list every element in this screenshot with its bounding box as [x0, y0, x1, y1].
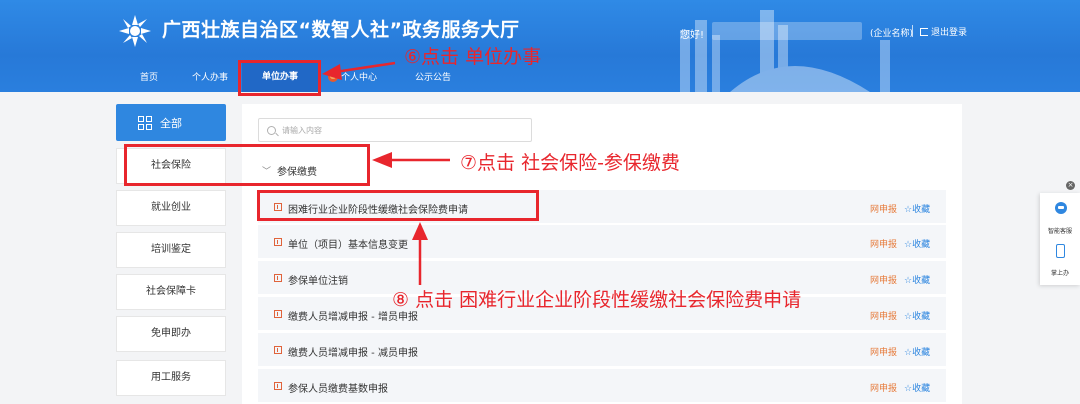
document-icon: [274, 346, 282, 354]
favorite-label: 收藏: [912, 384, 931, 394]
phone-icon[interactable]: [1056, 244, 1065, 258]
online-apply-link[interactable]: 网申报: [870, 381, 897, 394]
service-label[interactable]: 参保单位注销: [288, 272, 348, 287]
site-title: 广西壮族自治区“数智人社”政务服务大厅: [162, 19, 520, 41]
favorite-button[interactable]: ☆收藏: [904, 345, 930, 358]
highlight-box-service: [257, 190, 539, 221]
logout-label: 退出登录: [931, 28, 968, 38]
star-icon: ☆: [904, 205, 913, 215]
redacted-username: [712, 22, 862, 40]
annotation-step6: ⑥点击 单位办事: [404, 46, 542, 68]
star-icon: ☆: [904, 348, 913, 358]
robot-icon[interactable]: [1055, 202, 1067, 214]
close-icon[interactable]: ×: [1066, 181, 1075, 190]
favorite-button[interactable]: ☆收藏: [904, 273, 930, 286]
service-label[interactable]: 缴费人员增减申报 - 减员申报: [288, 344, 418, 359]
favorite-button[interactable]: ☆收藏: [904, 202, 930, 215]
document-icon: [274, 382, 282, 390]
star-icon: ☆: [904, 312, 913, 322]
sidebar-all-label: 全部: [160, 116, 182, 130]
header-divider: [912, 25, 913, 37]
logout-button[interactable]: 退出登录: [920, 25, 967, 38]
document-icon: [274, 310, 282, 318]
nav-home[interactable]: 首页: [140, 70, 158, 83]
service-label[interactable]: 参保人员缴费基数申报: [288, 380, 388, 395]
sidebar-item-employment[interactable]: 就业创业: [116, 190, 226, 226]
avatar-icon: [328, 71, 338, 82]
star-icon: ☆: [904, 276, 913, 286]
nav-personal-center[interactable]: 个人中心: [328, 70, 377, 83]
star-icon: ☆: [904, 384, 913, 394]
company-name[interactable]: (企业名称): [870, 26, 913, 39]
online-apply-link[interactable]: 网申报: [870, 345, 897, 358]
online-apply-link[interactable]: 网申报: [870, 237, 897, 250]
favorite-label: 收藏: [912, 240, 931, 250]
annotation-step8: ⑧ 点击 困难行业企业阶段性缓缴社会保险费申请: [392, 289, 802, 311]
favorite-label: 收藏: [912, 276, 931, 286]
highlight-box-nav: [238, 60, 321, 96]
floating-help-panel: 智能客服 掌上办: [1040, 193, 1080, 285]
city-skyline-image: [680, 10, 890, 92]
favorite-label: 收藏: [912, 348, 931, 358]
sidebar-item-all[interactable]: 全部: [116, 104, 226, 141]
logout-icon: [920, 27, 928, 36]
logo-icon: [119, 15, 151, 47]
mobile-service-label[interactable]: 掌上办: [1040, 268, 1080, 277]
service-row[interactable]: 单位（项目）基本信息变更 网申报 ☆收藏: [258, 225, 946, 259]
document-icon: [274, 238, 282, 246]
service-label[interactable]: 单位（项目）基本信息变更: [288, 236, 408, 251]
favorite-button[interactable]: ☆收藏: [904, 381, 930, 394]
service-row[interactable]: 参保人员缴费基数申报 网申报 ☆收藏: [258, 369, 946, 403]
nav-announcements[interactable]: 公示公告: [415, 70, 451, 83]
favorite-button[interactable]: ☆收藏: [904, 309, 930, 322]
greeting-text: 您好!: [680, 30, 705, 41]
favorite-label: 收藏: [912, 205, 931, 215]
search-placeholder: 请输入内容: [282, 125, 322, 135]
document-icon: [274, 274, 282, 282]
smart-service-label[interactable]: 智能客服: [1040, 226, 1080, 235]
sidebar-item-employment-service[interactable]: 用工服务: [116, 360, 226, 396]
sidebar-item-social-security-card[interactable]: 社会保障卡: [116, 274, 226, 310]
annotation-step7: ⑦点击 社会保险-参保缴费: [460, 152, 680, 174]
search-icon: [267, 125, 276, 135]
favorite-button[interactable]: ☆收藏: [904, 237, 930, 250]
highlight-box-category: [124, 144, 370, 186]
nav-personal-center-label: 个人中心: [341, 73, 378, 83]
favorite-label: 收藏: [912, 312, 931, 322]
nav-personal-affairs[interactable]: 个人办事: [192, 70, 228, 83]
online-apply-link[interactable]: 网申报: [870, 309, 897, 322]
online-apply-link[interactable]: 网申报: [870, 202, 897, 215]
sidebar-item-no-application[interactable]: 免申即办: [116, 316, 226, 352]
search-input[interactable]: 请输入内容: [258, 118, 532, 142]
sidebar-item-training[interactable]: 培训鉴定: [116, 232, 226, 268]
grid-icon: [138, 115, 152, 130]
service-row[interactable]: 缴费人员增减申报 - 减员申报 网申报 ☆收藏: [258, 333, 946, 367]
online-apply-link[interactable]: 网申报: [870, 273, 897, 286]
star-icon: ☆: [904, 240, 913, 250]
